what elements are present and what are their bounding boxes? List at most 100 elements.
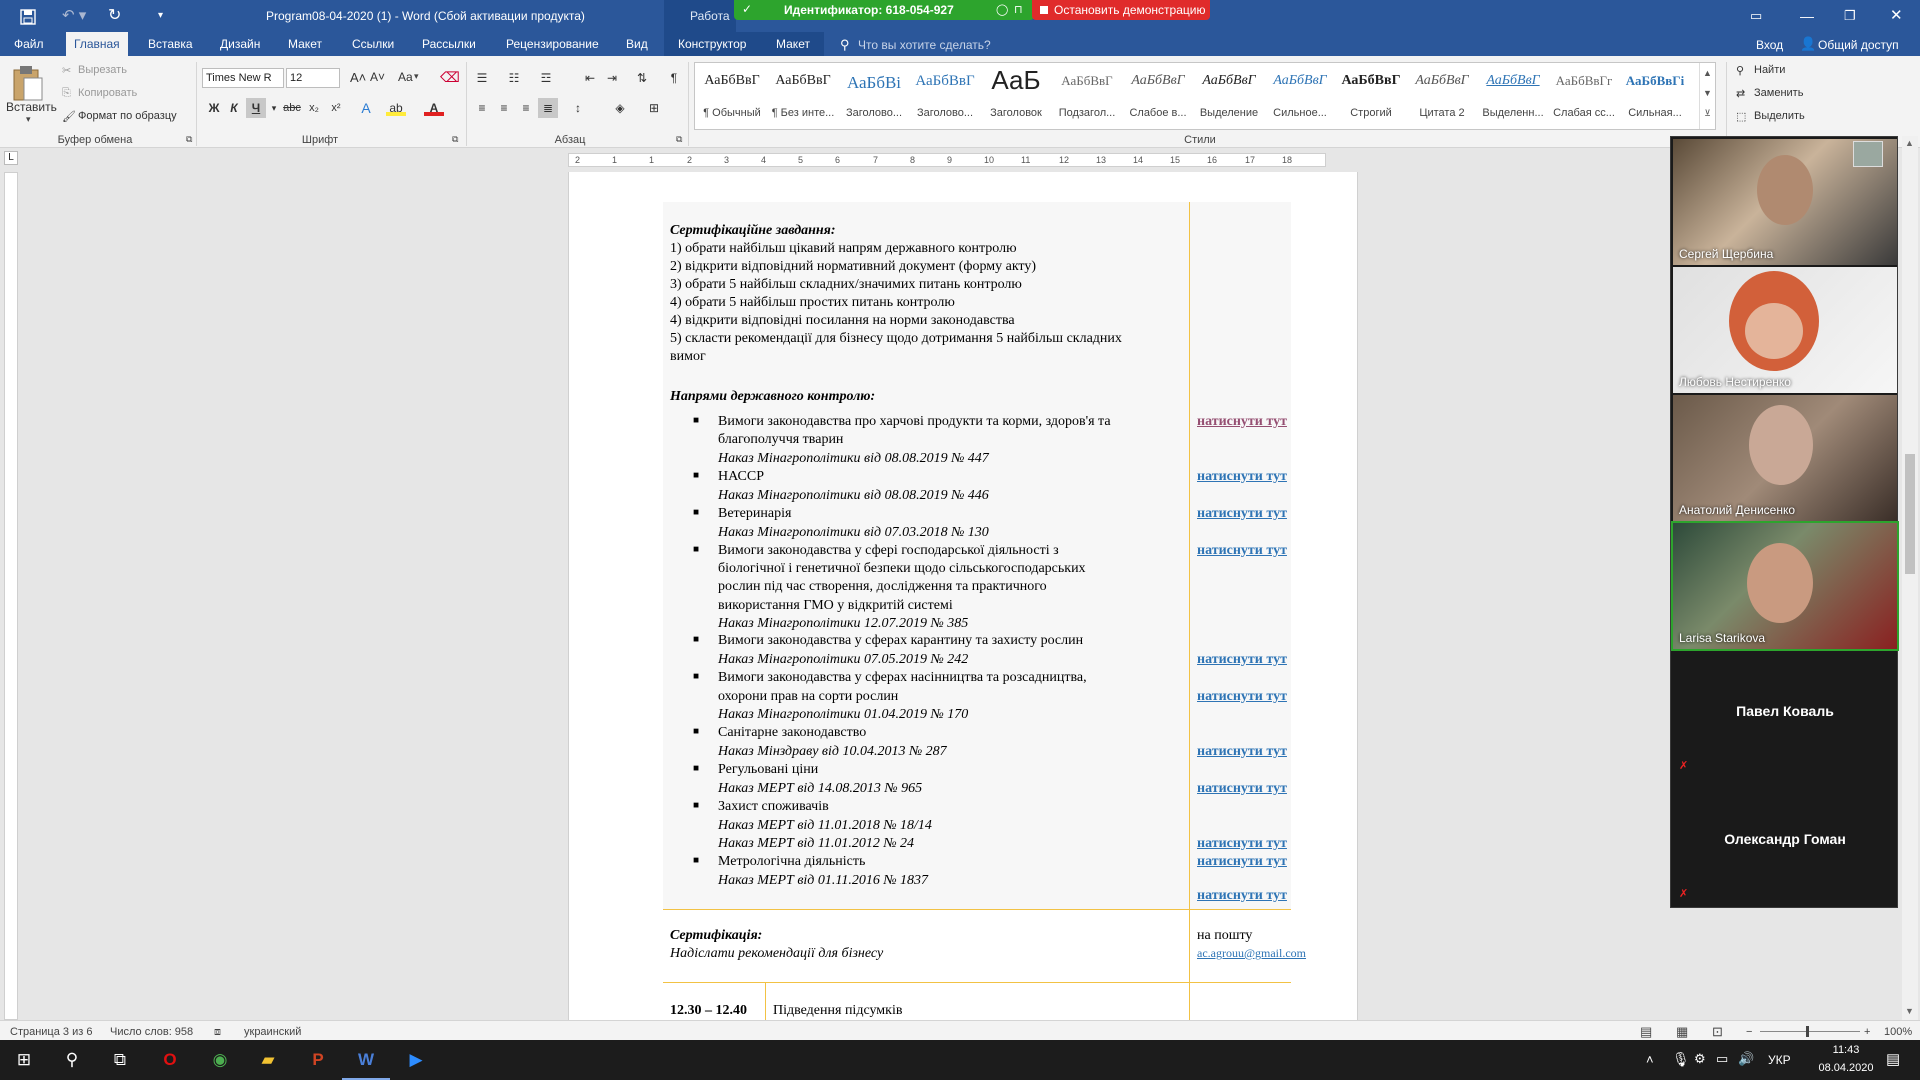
bullets-icon[interactable]: ☰ — [472, 68, 492, 88]
scroll-up-icon[interactable]: ▲ — [1905, 138, 1914, 148]
borders-icon[interactable]: ⊞ — [644, 98, 664, 118]
zoom-slider-thumb[interactable] — [1806, 1026, 1809, 1037]
tab-references[interactable]: Ссылки — [344, 32, 402, 56]
strikethrough-icon[interactable]: abc — [282, 98, 302, 118]
minimize-icon[interactable]: — — [1800, 0, 1814, 32]
styles-scroll[interactable]: ▲ ▼ ⊻ — [1699, 63, 1715, 129]
style-intense-reference[interactable]: АаБбВвГі Сильная... — [1620, 63, 1690, 129]
style-title[interactable]: АаБ Заголовок — [981, 63, 1051, 129]
style-no-spacing[interactable]: АаБбВвГ ¶ Без инте... — [768, 63, 838, 129]
undo-icon[interactable]: ↶ ▾ — [62, 0, 86, 32]
clock-date[interactable]: 08.04.2020 — [1806, 1062, 1886, 1074]
task-view-icon[interactable]: ⧉ — [96, 1040, 144, 1080]
mic-icon[interactable]: 🎙 — [1672, 1051, 1690, 1068]
restore-icon[interactable]: ❐ — [1844, 0, 1856, 32]
email-link[interactable]: ac.agrouu@gmail.com — [1197, 946, 1306, 961]
tab-table-layout[interactable]: Макет — [768, 32, 818, 56]
multilevel-list-icon[interactable]: ☲ — [536, 68, 556, 88]
chrome-icon[interactable]: ◉ — [196, 1040, 244, 1080]
file-explorer-icon[interactable]: ▰ — [244, 1040, 292, 1080]
link-click-here[interactable]: натиснути тут — [1197, 652, 1287, 668]
style-subtle-emphasis[interactable]: АаБбВвГ Слабое в... — [1123, 63, 1193, 129]
search-icon[interactable]: ⚲ — [48, 1040, 96, 1080]
tell-me-search[interactable]: Что вы хотите сделать? — [858, 38, 991, 52]
format-painter-button[interactable]: Формат по образцу — [78, 110, 177, 122]
line-spacing-icon[interactable]: ↕ — [568, 98, 588, 118]
ribbon-display-icon[interactable]: ▭ — [1750, 0, 1762, 32]
shrink-font-icon[interactable]: A˅ — [370, 70, 385, 84]
link-click-here[interactable]: натиснути тут — [1197, 689, 1287, 705]
document-page[interactable]: Сертифікаційне завдання: 1) обрати найбі… — [568, 172, 1358, 1020]
style-heading1[interactable]: АаБбВі Заголово... — [839, 63, 909, 129]
tab-design[interactable]: Дизайн — [212, 32, 268, 56]
zoom-icon[interactable]: ▶ — [392, 1040, 440, 1080]
participant-tile[interactable]: Сергей Щербина — [1673, 139, 1897, 265]
tab-home[interactable]: Главная — [66, 32, 128, 56]
participant-tile[interactable]: Павел Коваль ✗ — [1673, 651, 1897, 777]
lock-icon[interactable]: ⊓ — [1014, 3, 1023, 16]
save-icon[interactable] — [20, 0, 36, 32]
tab-mailings[interactable]: Рассылки — [414, 32, 484, 56]
tray-chevron-icon[interactable]: ˄ — [1646, 1052, 1654, 1067]
justify-icon[interactable]: ≣ — [538, 98, 558, 118]
style-subtle-reference[interactable]: АаБбВвГг Слабая сс... — [1549, 63, 1619, 129]
font-launcher-icon[interactable]: ⧉ — [452, 134, 458, 145]
zoom-slider[interactable] — [1760, 1031, 1860, 1032]
sort-icon[interactable]: ⇅ — [632, 68, 652, 88]
windows-start-icon[interactable]: ⊞ — [0, 1040, 48, 1080]
font-color-icon[interactable]: A — [424, 98, 444, 116]
case-dropdown-icon[interactable]: ▾ — [414, 71, 419, 82]
link-click-here[interactable]: натиснути тут — [1197, 744, 1287, 760]
align-right-icon[interactable]: ≡ — [516, 98, 536, 118]
clipboard-launcher-icon[interactable]: ⧉ — [186, 134, 192, 145]
link-click-here[interactable]: натиснути тут — [1197, 781, 1287, 797]
stop-share-button[interactable]: Остановить демонстрацию — [1032, 0, 1210, 20]
font-size-select[interactable]: 12 — [286, 68, 340, 88]
participant-tile[interactable]: Любовь Нестиренко — [1673, 267, 1897, 393]
style-intense-emphasis[interactable]: АаБбВвГ Сильное... — [1265, 63, 1335, 129]
participant-tile[interactable]: Larisa Starikova — [1671, 521, 1899, 651]
tab-review[interactable]: Рецензирование — [498, 32, 607, 56]
style-intense-quote[interactable]: АаБбВвГ Выделенн... — [1478, 63, 1548, 129]
align-left-icon[interactable]: ≡ — [472, 98, 492, 118]
cut-button[interactable]: Вырезать — [78, 64, 127, 76]
share-button[interactable]: Общий доступ — [1818, 38, 1899, 52]
scroll-thumb[interactable] — [1905, 454, 1915, 574]
tab-layout[interactable]: Макет — [280, 32, 330, 56]
shading-icon[interactable]: ◈ — [610, 98, 630, 118]
grow-font-icon[interactable]: A˄ — [350, 70, 366, 85]
opera-icon[interactable]: O — [146, 1040, 194, 1080]
participant-tile[interactable]: Анатолий Денисенко — [1673, 395, 1897, 521]
vertical-ruler[interactable] — [4, 172, 18, 1020]
underline-icon[interactable]: Ч — [246, 98, 266, 118]
italic-icon[interactable]: К — [224, 98, 244, 118]
change-case-button[interactable]: Aa — [398, 70, 413, 84]
underline-dropdown-icon[interactable]: ▾ — [264, 98, 284, 118]
highlight-icon[interactable]: ab — [386, 98, 406, 116]
font-family-select[interactable]: Times New R — [202, 68, 284, 88]
word-icon[interactable]: W — [342, 1040, 390, 1080]
link-click-here[interactable]: натиснути тут — [1197, 469, 1287, 485]
link-click-here[interactable]: натиснути тут — [1197, 506, 1287, 522]
increase-indent-icon[interactable]: ⇥ — [602, 68, 622, 88]
bold-icon[interactable]: Ж — [204, 98, 224, 118]
tab-table-design[interactable]: Конструктор — [670, 32, 754, 56]
paste-button[interactable]: Вставить — [6, 100, 57, 114]
replace-button[interactable]: Заменить — [1754, 87, 1803, 99]
find-button[interactable]: Найти — [1754, 64, 1785, 76]
subscript-icon[interactable]: x₂ — [304, 98, 324, 118]
decrease-indent-icon[interactable]: ⇤ — [580, 68, 600, 88]
sign-in-link[interactable]: Вход — [1756, 38, 1783, 52]
participant-tile[interactable]: Олександр Гоман ✗ — [1673, 779, 1897, 905]
link-click-here[interactable]: натиснути тут — [1197, 414, 1287, 430]
powerpoint-icon[interactable]: P — [294, 1040, 342, 1080]
battery-icon[interactable]: ▭ — [1716, 1051, 1728, 1067]
link-click-here[interactable]: натиснути тут — [1197, 836, 1287, 852]
tab-view[interactable]: Вид — [618, 32, 656, 56]
link-click-here[interactable]: натиснути тут — [1197, 854, 1287, 870]
tab-file[interactable]: Файл — [6, 32, 52, 56]
style-quote[interactable]: АаБбВвГ Цитата 2 — [1407, 63, 1477, 129]
copy-button[interactable]: Копировать — [78, 87, 137, 99]
numbering-icon[interactable]: ☷ — [504, 68, 524, 88]
style-normal[interactable]: АаБбВвГ ¶ Обычный — [697, 63, 767, 129]
